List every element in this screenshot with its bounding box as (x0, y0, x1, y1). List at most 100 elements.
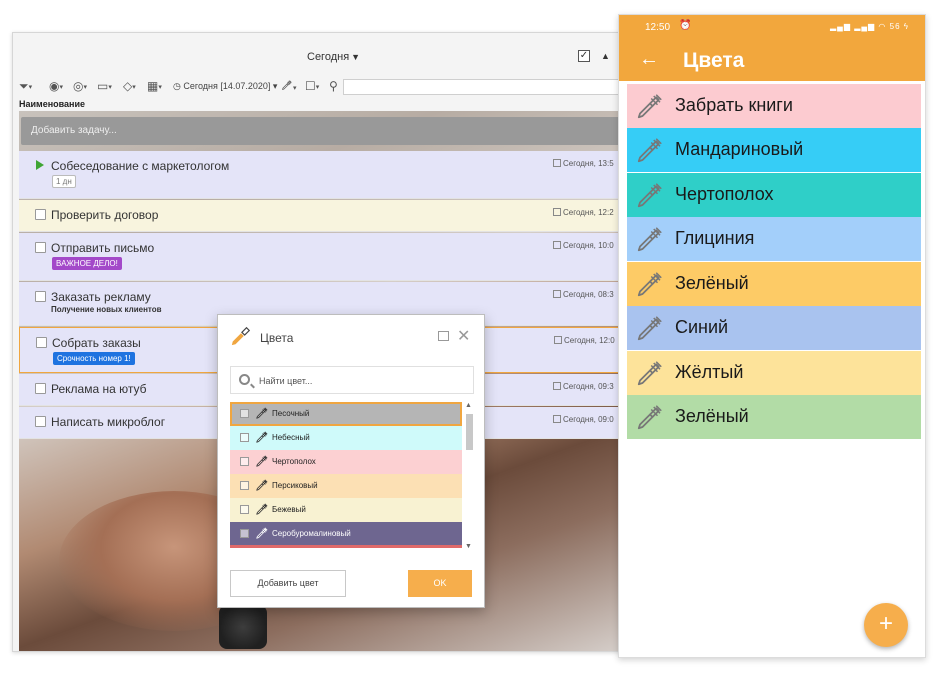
task-date: Сегодня, 12:2 (553, 208, 614, 217)
task-checkbox[interactable] (35, 242, 46, 253)
brush-icon (255, 430, 269, 444)
color-item[interactable]: Песочный (230, 402, 462, 426)
brush-icon (635, 313, 665, 343)
color-item[interactable]: Серобуромалиновый (230, 522, 462, 548)
window-titlebar: Сегодня ▼ ✓ ▲ (13, 33, 623, 77)
calendar-icon[interactable]: ▦▾ (147, 79, 162, 93)
task-checkbox[interactable] (35, 291, 46, 302)
add-color-fab[interactable]: + (864, 603, 908, 647)
task-date: Сегодня, 09:0 (553, 415, 614, 424)
color-search-input[interactable]: Найти цвет... (230, 366, 474, 394)
color-name: Серобуромалиновый (272, 529, 351, 538)
brush-icon (255, 502, 269, 516)
filter-icon[interactable]: ⏷▾ (19, 79, 32, 94)
color-list-item[interactable]: Глициния (627, 217, 921, 261)
color-checkbox[interactable] (240, 529, 249, 538)
task-title: Отправить письмо (51, 241, 155, 255)
brush-icon (635, 135, 665, 165)
color-name: Мандариновый (675, 139, 804, 159)
color-checkbox[interactable] (240, 481, 249, 490)
color-item[interactable]: Чертополох (230, 450, 462, 474)
task-tag: Срочность номер 1! (53, 352, 135, 365)
back-arrow-icon[interactable]: ← (639, 48, 659, 71)
scroll-up-icon[interactable]: ▲ (465, 402, 472, 409)
user-icon[interactable]: ◉▾ (49, 79, 63, 93)
chevron-up-icon[interactable]: ▲ (601, 51, 610, 61)
color-checkbox[interactable] (240, 505, 249, 514)
calendar-icon (554, 336, 562, 344)
task-row[interactable]: Отправить письмо ВАЖНОЕ ДЕЛО! Сегодня, 1… (19, 233, 623, 281)
task-date: Сегодня, 08:3 (553, 290, 614, 299)
task-checkbox[interactable] (36, 337, 47, 348)
color-name: Песочный (272, 409, 310, 418)
assignee-icon[interactable]: ◎▾ (73, 79, 87, 93)
color-list-item[interactable]: Синий (627, 306, 921, 350)
brush-icon (635, 402, 665, 432)
close-icon[interactable]: ✕ (457, 326, 470, 346)
color-checkbox[interactable] (240, 457, 249, 466)
search-icon (239, 374, 250, 385)
task-title: Проверить договор (51, 208, 159, 222)
color-list-item[interactable]: Чертополох (627, 173, 921, 217)
checkbox-filter-icon[interactable]: ☐▾ (305, 79, 319, 93)
add-task-input[interactable]: Добавить задачу... (21, 117, 623, 145)
chevron-down-icon: ▼ (351, 52, 361, 62)
task-checkbox[interactable] (35, 416, 46, 427)
column-header-name[interactable]: Наименование (19, 99, 85, 109)
color-list-item[interactable]: Зелёный (627, 262, 921, 306)
toolbar: ⏷▾ ◉▾ ◎▾ ▭▾ ◇▾ ▦▾ ◷ Сегодня [14.07.2020]… (13, 77, 623, 97)
scroll-down-icon[interactable]: ▼ (465, 543, 472, 550)
task-checkbox[interactable] (35, 209, 46, 220)
tag-icon[interactable]: ◇▾ (123, 79, 136, 93)
brush-icon (255, 406, 269, 420)
brush-icon (635, 224, 665, 254)
color-list-item[interactable]: Мандариновый (627, 128, 921, 172)
brush-icon (635, 358, 665, 388)
calendar-icon (553, 290, 561, 298)
ok-button[interactable]: OK (408, 570, 472, 597)
view-selector[interactable]: Сегодня ▼ (307, 51, 360, 63)
color-list-item[interactable]: Жёлтый (627, 351, 921, 395)
date-filter[interactable]: ◷ Сегодня [14.07.2020] ▾ (173, 81, 277, 92)
color-name: Бежевый (272, 505, 306, 514)
color-item[interactable]: Небесный (230, 426, 462, 450)
color-name: Чертополох (272, 457, 316, 466)
task-row[interactable]: Собеседование с маркетологом 1 дн Сегодн… (19, 151, 623, 199)
color-checkbox[interactable] (240, 409, 249, 418)
scrollbar[interactable]: ▲ ▼ (464, 402, 474, 550)
task-checkbox[interactable] (35, 383, 46, 394)
window-checkbox[interactable]: ✓ (578, 50, 590, 62)
color-name: Персиковый (272, 481, 318, 490)
task-duration-badge: 1 дн (52, 175, 76, 188)
color-list-item[interactable]: Забрать книги (627, 84, 921, 128)
dialog-title: Цвета (260, 331, 294, 345)
task-date: Сегодня, 09:3 (553, 382, 614, 391)
color-list-item[interactable]: Зелёный (627, 395, 921, 439)
play-icon[interactable] (36, 160, 44, 170)
calendar-icon (553, 208, 561, 216)
add-color-button[interactable]: Добавить цвет (230, 570, 346, 597)
brush-icon (635, 269, 665, 299)
status-time: 12:50 (645, 22, 671, 33)
brush-icon (255, 526, 269, 540)
colors-dialog: Цвета ✕ Найти цвет... Песочный Небесный … (217, 314, 485, 608)
scroll-thumb[interactable] (466, 414, 473, 450)
desktop-window: Сегодня ▼ ✓ ▲ ⏷▾ ◉▾ ◎▾ ▭▾ ◇▾ ▦▾ ◷ Сегодня… (12, 32, 624, 652)
brush-icon[interactable]: ▾ (281, 79, 297, 94)
calendar-icon (553, 241, 561, 249)
search-icon: ⚲ (329, 79, 338, 93)
color-item[interactable]: Бежевый (230, 498, 462, 522)
color-item[interactable]: Персиковый (230, 474, 462, 498)
folder-icon[interactable]: ▭▾ (97, 79, 112, 93)
task-title: Написать микроблог (51, 415, 166, 429)
task-row[interactable]: Проверить договор Сегодня, 12:2 (19, 200, 623, 232)
maximize-icon[interactable] (438, 331, 449, 341)
search-input[interactable] (343, 79, 623, 95)
color-checkbox[interactable] (240, 433, 249, 442)
status-bar: 12:50 ⏰ ▂▄▆ ▂▄▆ ◠ 56 ϟ (619, 15, 925, 41)
date-filter-label: Сегодня [14.07.2020] (183, 81, 271, 91)
brush-icon (635, 91, 665, 121)
task-title: Реклама на ютуб (51, 382, 147, 396)
color-name: Чертополох (675, 184, 774, 204)
color-name: Синий (675, 317, 729, 337)
